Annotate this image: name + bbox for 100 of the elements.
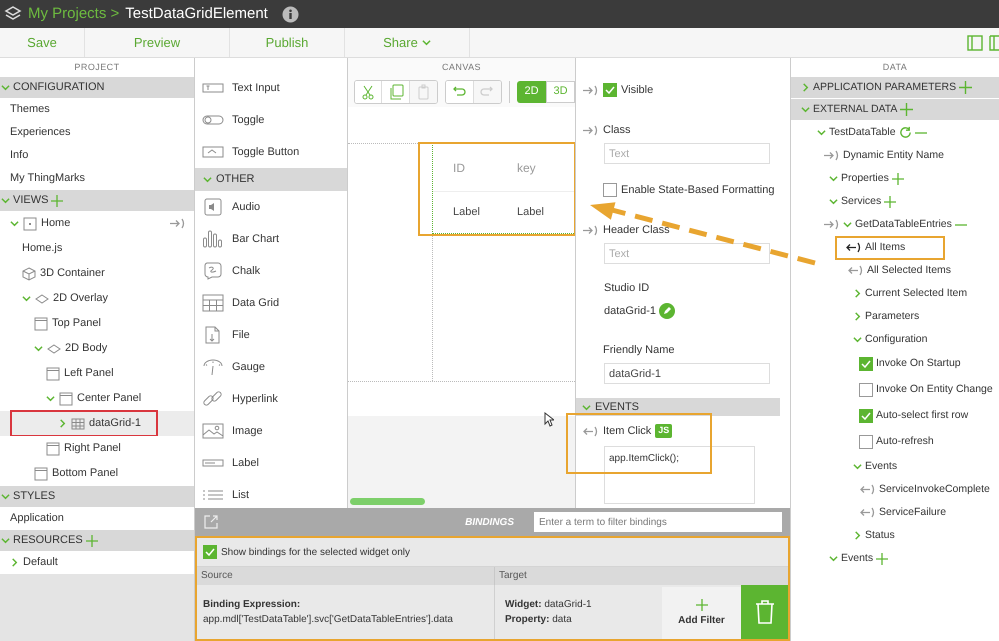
chevron-right-icon[interactable] [10,558,19,567]
chevron-down-icon[interactable] [46,394,55,403]
chevron-down-icon[interactable] [203,175,212,184]
binding-in-icon[interactable] [582,224,599,236]
add-icon[interactable] [876,552,888,564]
chevron-down-icon[interactable] [34,344,43,353]
info-icon[interactable] [282,6,299,22]
text-field[interactable]: Text [604,143,770,164]
chevron-down-icon[interactable] [801,105,810,114]
widget-item[interactable]: Toggle [195,104,347,136]
refresh-icon[interactable] [898,126,912,139]
filter-field[interactable]: Enter a term to filter bindings [534,512,782,532]
checkbox[interactable] [203,545,217,559]
binding-in-icon[interactable] [823,150,840,161]
tree-item[interactable]: Application [0,507,194,530]
section-header[interactable]: EXTERNAL DATA [791,99,999,120]
add-icon[interactable] [51,194,64,206]
tree-item[interactable]: Info [0,144,194,167]
checkbox[interactable] [859,357,873,371]
section-header[interactable]: APPLICATION PARAMETERS [791,77,999,98]
add-icon[interactable] [86,534,98,546]
binding-in-icon[interactable] [582,124,599,136]
chevron-right-icon[interactable] [853,531,862,540]
tree-item[interactable]: dataGrid-1 [0,411,194,436]
section-header[interactable]: EVENTS [576,398,780,416]
text-field[interactable]: dataGrid-1 [604,363,770,384]
code-editor[interactable]: app.ItemClick(); [604,446,755,504]
section-header[interactable]: RESOURCES [0,530,194,551]
delete-button[interactable] [741,585,788,639]
tree-item[interactable]: Themes [0,98,194,121]
binding-out-icon[interactable] [845,242,862,253]
chevron-down-icon[interactable] [817,128,826,137]
tree-item[interactable]: Home.js [0,236,194,261]
widget-item[interactable]: Toggle Button [195,136,347,168]
text-field[interactable]: Text [604,243,770,264]
add-icon[interactable] [959,81,972,94]
widget-item[interactable]: Audio [195,191,347,223]
chevron-down-icon[interactable] [829,174,838,183]
widget-item[interactable]: Text Input [195,72,347,104]
chevron-down-icon[interactable] [853,462,862,471]
panel-layout-icon[interactable] [989,34,999,50]
widget-item[interactable]: List [195,479,347,508]
widget-item[interactable]: Gauge [195,351,347,383]
scrollbar-thumb[interactable] [350,498,425,505]
checkbox[interactable] [859,383,873,397]
remove-icon[interactable] [914,130,927,134]
tree-item[interactable]: My ThingMarks [0,167,194,190]
tree-item[interactable]: 3D Container [0,261,194,286]
widget-item[interactable]: Chalk [195,255,347,287]
tool-button[interactable] [382,80,410,102]
chevron-down-icon[interactable] [829,197,838,206]
widget-item[interactable]: Label [195,447,347,479]
chevron-down-icon[interactable] [843,220,852,229]
tree-item[interactable]: Home [0,211,194,236]
add-icon[interactable] [892,172,904,184]
chevron-down-icon[interactable] [582,402,591,412]
binding-in-icon[interactable] [823,219,840,230]
chevron-right-icon[interactable] [801,83,810,92]
chevron-down-icon[interactable] [10,219,19,228]
tree-item[interactable]: 2D Overlay [0,286,194,311]
add-icon[interactable] [900,103,914,116]
chevron-down-icon[interactable] [1,492,10,501]
chevron-right-icon[interactable] [58,419,67,428]
section-header[interactable]: OTHER [195,168,347,191]
tree-item[interactable]: Left Panel [0,361,194,386]
chevron-down-icon[interactable] [1,196,10,205]
chevron-right-icon[interactable] [853,312,862,321]
remove-icon[interactable] [954,222,967,226]
tree-item[interactable]: Experiences [0,121,194,144]
tool-button[interactable] [446,80,474,102]
section-header[interactable]: CONFIGURATION [0,77,194,98]
chevron-down-icon[interactable] [22,294,31,303]
checkbox[interactable] [603,83,617,97]
add-filter-button[interactable]: Add Filter [662,587,741,639]
data-grid-preview[interactable]: ID key Label Label [432,143,575,234]
widget-item[interactable]: File [195,319,347,351]
chevron-down-icon[interactable] [853,335,862,344]
chevron-down-icon[interactable] [829,554,838,563]
breadcrumb-link[interactable]: My Projects > [28,2,120,26]
panel-layout-icon[interactable] [967,34,983,50]
highlight-box[interactable]: All Items [835,236,946,260]
tree-item[interactable]: Bottom Panel [0,461,194,486]
chevron-down-icon[interactable] [1,536,10,545]
tree-item[interactable]: 2D Body [0,336,194,361]
tree-item[interactable]: Default [0,551,194,574]
binding-in-icon[interactable] [582,84,599,96]
widget-item[interactable]: Hyperlink [195,383,347,415]
tool-button[interactable] [355,80,382,102]
tree-item[interactable]: Center Panel [0,386,194,411]
tree-item[interactable]: Right Panel [0,436,194,461]
chevron-right-icon[interactable] [853,289,862,298]
widget-item[interactable]: Bar Chart [195,223,347,255]
expand-icon[interactable] [203,514,219,530]
tree-item[interactable]: Top Panel [0,311,194,336]
chevron-down-icon[interactable] [1,83,10,92]
section-header[interactable]: VIEWS [0,190,194,211]
widget-item[interactable]: Data Grid [195,287,347,319]
checkbox[interactable] [603,183,617,197]
binding-in-icon[interactable] [169,218,186,229]
checkbox[interactable] [859,435,873,449]
